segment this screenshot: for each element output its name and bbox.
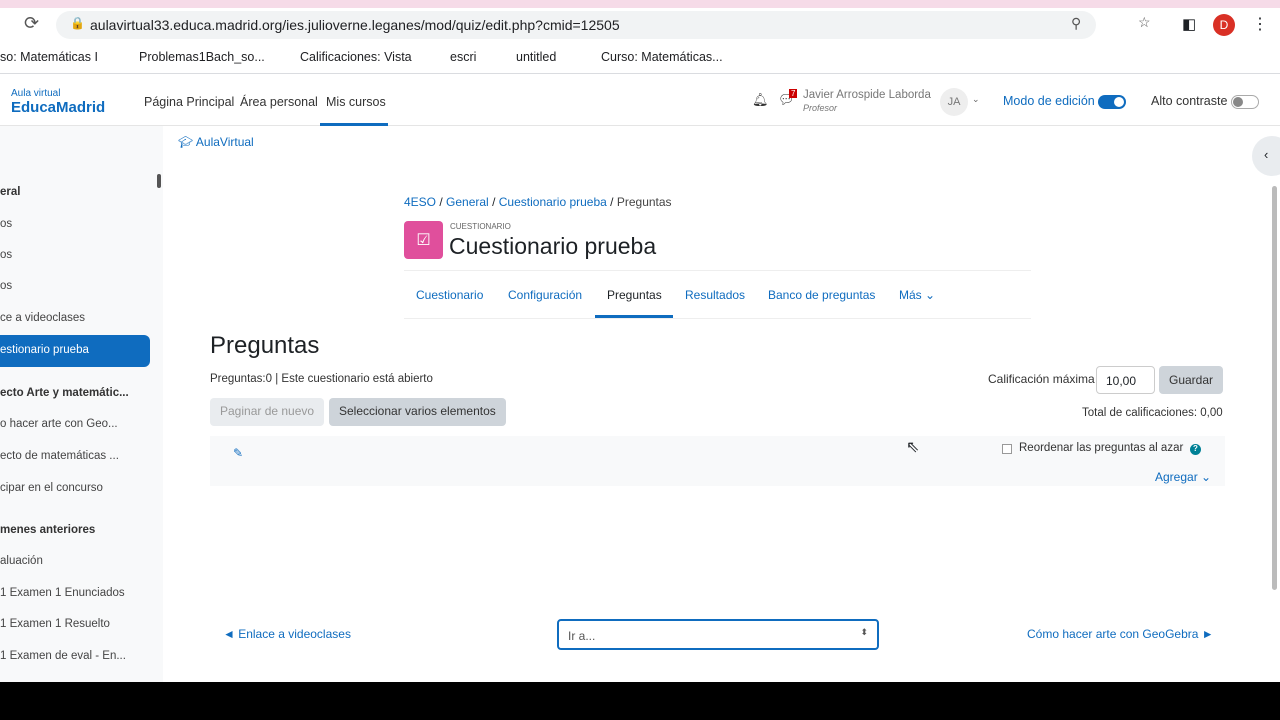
activity-type: CUESTIONARIO xyxy=(450,222,511,231)
breadcrumb-item[interactable]: 4ESO xyxy=(404,195,436,209)
index-item[interactable]: 1 Examen 1 Enunciados xyxy=(0,587,125,599)
url-text: aulavirtual33.educa.madrid.org/ies.julio… xyxy=(90,17,620,33)
aulavirtual-label: AulaVirtual xyxy=(195,135,254,149)
index-item[interactable]: os xyxy=(0,249,12,261)
quiz-info: Preguntas:0 | Este cuestionario está abi… xyxy=(210,373,433,385)
breadcrumb-item[interactable]: Cuestionario prueba xyxy=(499,195,607,209)
edit-mode-label: Modo de edición xyxy=(1003,94,1095,108)
max-grade-label: Calificación máxima xyxy=(988,372,1095,386)
zoom-icon[interactable]: ⚲ xyxy=(1071,15,1081,32)
max-grade-value: 10,00 xyxy=(1106,374,1137,388)
jump-to-select[interactable]: Ir a... ⬍ xyxy=(557,619,879,650)
quiz-icon: ☑ xyxy=(404,221,443,259)
bell-icon[interactable]: 🔔︎ xyxy=(752,92,769,108)
page-scrollbar[interactable] xyxy=(1272,186,1277,590)
select-multiple-button[interactable]: Seleccionar varios elementos xyxy=(329,398,506,426)
index-item[interactable]: 1 Examen de eval - En... xyxy=(0,650,126,662)
chevron-down-icon[interactable]: ⌄ xyxy=(972,94,980,105)
bookmark-star-icon[interactable]: ☆ xyxy=(1138,14,1151,31)
tab-more[interactable]: Más ⌄ xyxy=(899,288,935,302)
max-grade-input[interactable]: 10,00 xyxy=(1096,366,1155,394)
repaginate-button[interactable]: Paginar de nuevo xyxy=(210,398,325,426)
bookmark[interactable]: Curso: Matemáticas... xyxy=(601,50,723,64)
index-item[interactable]: os xyxy=(0,280,12,292)
breadcrumb: 4ESO / General / Cuestionario prueba / P… xyxy=(404,195,672,209)
logo[interactable]: EducaMadrid xyxy=(11,99,105,116)
logo-top: Aula virtual xyxy=(11,88,61,99)
tab-question-bank[interactable]: Banco de preguntas xyxy=(768,288,875,302)
aulavirtual-link[interactable]: 🎓︎ AulaVirtual xyxy=(178,135,254,149)
scrollbar[interactable] xyxy=(157,174,161,188)
nav-home[interactable]: Página Principal xyxy=(144,95,234,109)
page-section: ✎ Reordenar las preguntas al azar ? Agre… xyxy=(210,436,1225,486)
section-heading: Preguntas xyxy=(210,332,320,359)
mouse-cursor-icon: ⇖ xyxy=(906,439,920,456)
breadcrumb-current: Preguntas xyxy=(616,195,672,209)
pencil-icon[interactable]: ✎ xyxy=(233,446,243,460)
breadcrumb-item[interactable]: General xyxy=(446,195,489,209)
index-item-active[interactable]: estionario prueba xyxy=(0,335,150,367)
index-item[interactable]: 1 Examen 1 Resuelto xyxy=(0,618,110,630)
page-title: Cuestionario prueba xyxy=(449,233,657,259)
site-navbar: Aula virtual EducaMadrid Página Principa… xyxy=(0,76,1280,126)
lock-icon: 🔒 xyxy=(70,16,85,30)
index-item[interactable]: aluación xyxy=(0,555,43,567)
total-grades: Total de calificaciones: 0,00 xyxy=(1082,407,1223,419)
taskbar-black xyxy=(0,682,1280,720)
profile-avatar[interactable]: D xyxy=(1213,14,1235,36)
tab-questions[interactable]: Preguntas xyxy=(607,288,662,302)
tab-settings[interactable]: Configuración xyxy=(508,288,582,302)
index-item[interactable]: ce a videoclases xyxy=(0,312,85,324)
select-arrows-icon: ⬍ xyxy=(860,627,868,637)
active-indicator xyxy=(320,123,388,126)
index-item[interactable]: ecto de matemáticas ... xyxy=(0,450,119,462)
section[interactable]: menes anteriores xyxy=(0,524,95,536)
section[interactable]: eral xyxy=(0,186,20,198)
help-icon[interactable]: ? xyxy=(1190,444,1201,455)
notif-badge: 7 xyxy=(789,89,798,98)
nav-my-courses[interactable]: Mis cursos xyxy=(326,95,386,109)
tab-more-label: Más xyxy=(899,288,922,302)
bookmark[interactable]: so: Matemáticas I xyxy=(0,50,98,64)
course-index: eral os os os ce a videoclases estionari… xyxy=(0,126,163,682)
jump-placeholder: Ir a... xyxy=(568,629,596,643)
sidepanel-icon[interactable]: ◧ xyxy=(1182,15,1196,33)
tab-strip xyxy=(0,0,1280,8)
tab-quiz[interactable]: Cuestionario xyxy=(416,288,483,302)
divider xyxy=(404,270,1031,271)
index-item-label: estionario prueba xyxy=(0,344,89,356)
index-item[interactable]: o hacer arte con Geo... xyxy=(0,418,118,430)
next-activity-link[interactable]: Cómo hacer arte con GeoGebra ► xyxy=(1027,627,1214,641)
bookmark[interactable]: Problemas1Bach_so... xyxy=(139,50,265,64)
tab-results[interactable]: Resultados xyxy=(685,288,745,302)
contrast-toggle[interactable] xyxy=(1231,95,1259,109)
bookmark[interactable]: Calificaciones: Vista xyxy=(300,50,412,64)
user-name: Javier Arrospide Laborda xyxy=(803,89,931,101)
user-role: Profesor xyxy=(803,103,838,113)
menu-icon[interactable]: ⋮ xyxy=(1252,14,1268,34)
shuffle-checkbox[interactable] xyxy=(1002,444,1012,454)
nav-dashboard[interactable]: Área personal xyxy=(240,95,318,109)
divider xyxy=(404,318,1031,319)
edit-mode-toggle[interactable] xyxy=(1098,95,1126,109)
prev-activity-link[interactable]: ◄ Enlace a videoclases xyxy=(223,627,351,641)
reload-icon[interactable]: ⟳ xyxy=(24,13,39,34)
bookmark[interactable]: untitled xyxy=(516,50,556,64)
drawer-toggle[interactable]: ‹ xyxy=(1252,136,1280,176)
bookmarks-bar: so: Matemáticas I Problemas1Bach_so... C… xyxy=(0,42,1280,74)
url-bar[interactable]: 🔒 aulavirtual33.educa.madrid.org/ies.juli… xyxy=(56,11,1151,39)
section[interactable]: ecto Arte y matemátic... xyxy=(0,387,129,399)
add-menu[interactable]: Agregar ⌄ xyxy=(1155,470,1211,484)
save-button[interactable]: Guardar xyxy=(1159,366,1224,394)
shuffle-label: Reordenar las preguntas al azar xyxy=(1019,442,1184,454)
index-item[interactable]: cipar en el concurso xyxy=(0,482,103,494)
contrast-label: Alto contraste xyxy=(1151,94,1228,108)
bookmark[interactable]: escri xyxy=(450,50,476,64)
add-label: Agregar xyxy=(1155,470,1198,484)
index-item[interactable]: os xyxy=(0,218,12,230)
user-avatar[interactable]: JA xyxy=(940,88,968,116)
